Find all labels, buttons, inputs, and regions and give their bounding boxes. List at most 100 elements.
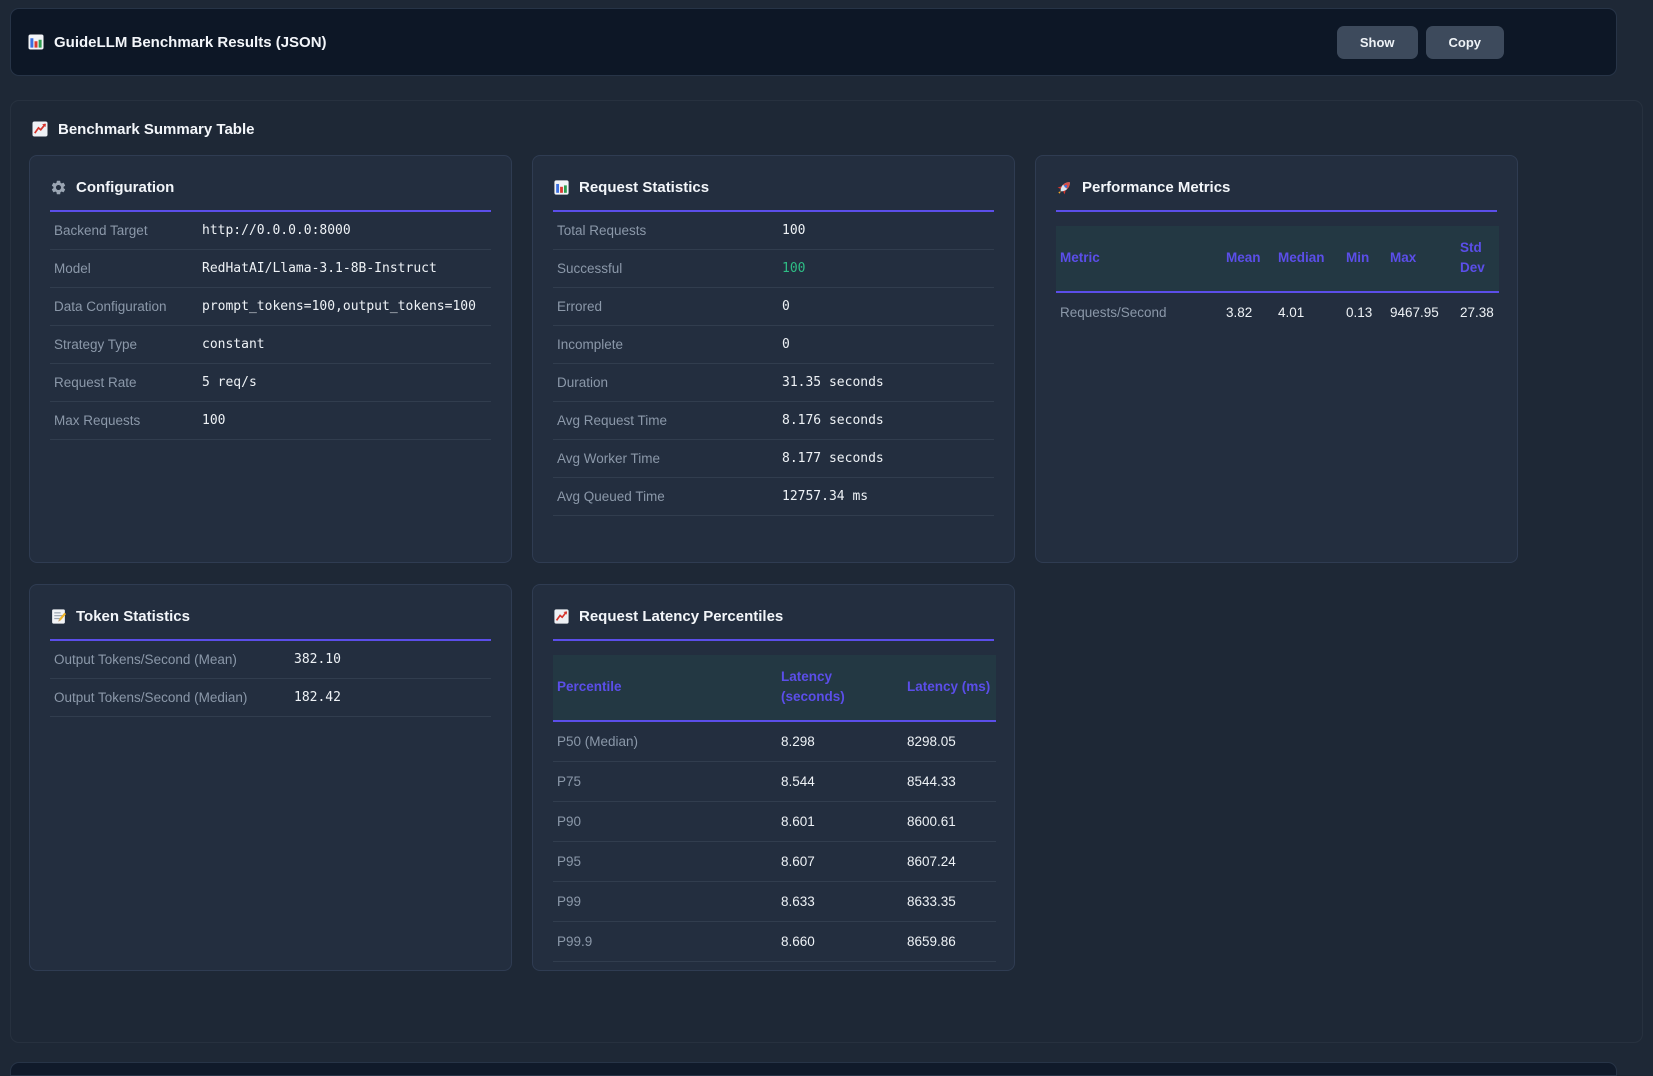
stat-row: Total Requests 100 (553, 212, 994, 250)
config-label: Backend Target (54, 223, 202, 238)
perf-stddev: 27.38 (1456, 292, 1499, 332)
stat-label: Incomplete (557, 337, 782, 352)
stat-label: Errored (557, 299, 782, 314)
perf-header-cell: Min (1342, 226, 1386, 292)
page-title-group: GuideLLM Benchmark Results (JSON) (27, 33, 327, 51)
percentile-name: P99 (553, 881, 777, 921)
stat-row: Errored 0 (553, 288, 994, 326)
show-button[interactable]: Show (1337, 26, 1418, 59)
config-value: constant (202, 337, 265, 352)
token-value: 382.10 (294, 652, 341, 667)
bar-chart-icon (553, 179, 570, 196)
stat-row: Avg Queued Time 12757.34 ms (553, 478, 994, 516)
latency-percentiles-card-title: Request Latency Percentiles (553, 600, 994, 641)
latency-ms: 8298.05 (903, 721, 996, 762)
latency-header-cell: Percentile (553, 655, 777, 721)
latency-header-cell: Latency (seconds) (777, 655, 903, 721)
perf-max: 9467.95 (1386, 292, 1456, 332)
chart-increasing-icon (553, 608, 570, 625)
stat-label: Avg Worker Time (557, 451, 782, 466)
card-title: Request Statistics (579, 179, 709, 196)
config-row: Model RedHatAI/Llama-3.1-8B-Instruct (50, 250, 491, 288)
stat-label: Successful (557, 261, 782, 276)
config-value: RedHatAI/Llama-3.1-8B-Instruct (202, 261, 437, 276)
latency-row: P99.9 8.660 8659.86 (553, 921, 996, 961)
perf-header-row: Metric Mean Median Min Max Std Dev (1056, 226, 1499, 292)
latency-row: P95 8.607 8607.24 (553, 841, 996, 881)
stat-value: 12757.34 ms (782, 489, 868, 504)
stat-row: Successful 100 (553, 250, 994, 288)
memo-icon (50, 608, 67, 625)
perf-data-row: Requests/Second 3.82 4.01 0.13 9467.95 2… (1056, 292, 1499, 332)
results-header-bar: GuideLLM Benchmark Results (JSON) Show C… (10, 8, 1617, 76)
latency-seconds: 8.660 (777, 921, 903, 961)
section-title-group: Benchmark Summary Table (11, 101, 1642, 138)
stat-value: 100 (782, 223, 805, 238)
config-value: 5 req/s (202, 375, 257, 390)
perf-header-cell: Mean (1222, 226, 1274, 292)
stat-label: Avg Request Time (557, 413, 782, 428)
percentile-name: P95 (553, 841, 777, 881)
card-title: Token Statistics (76, 608, 190, 625)
latency-seconds: 8.601 (777, 801, 903, 841)
token-statistics-card: Token Statistics Output Tokens/Second (M… (29, 584, 512, 971)
card-title: Request Latency Percentiles (579, 608, 783, 625)
latency-ms: 8659.86 (903, 921, 996, 961)
latency-ms: 8607.24 (903, 841, 996, 881)
latency-row: P75 8.544 8544.33 (553, 761, 996, 801)
config-row: Data Configuration prompt_tokens=100,out… (50, 288, 491, 326)
latency-percentiles-card: Request Latency Percentiles Percentile L… (532, 584, 1015, 971)
config-row: Request Rate 5 req/s (50, 364, 491, 402)
latency-ms: 8544.33 (903, 761, 996, 801)
configuration-card: Configuration Backend Target http://0.0.… (29, 155, 512, 563)
token-row: Output Tokens/Second (Mean) 382.10 (50, 641, 491, 679)
stat-row: Avg Worker Time 8.177 seconds (553, 440, 994, 478)
latency-header-row: Percentile Latency (seconds) Latency (ms… (553, 655, 996, 721)
stat-value: 0 (782, 299, 790, 314)
token-label: Output Tokens/Second (Mean) (54, 652, 294, 667)
stat-label: Avg Queued Time (557, 489, 782, 504)
perf-mean: 3.82 (1222, 292, 1274, 332)
percentile-name: P90 (553, 801, 777, 841)
chart-increasing-icon (31, 120, 49, 138)
token-label: Output Tokens/Second (Median) (54, 690, 294, 705)
config-row: Max Requests 100 (50, 402, 491, 440)
stat-row: Duration 31.35 seconds (553, 364, 994, 402)
latency-seconds: 8.298 (777, 721, 903, 762)
bar-chart-icon (27, 33, 45, 51)
page-title: GuideLLM Benchmark Results (JSON) (54, 34, 327, 51)
config-value: 100 (202, 413, 225, 428)
perf-header-cell: Median (1274, 226, 1342, 292)
stat-row: Incomplete 0 (553, 326, 994, 364)
summary-cards-grid: Configuration Backend Target http://0.0.… (29, 155, 1518, 971)
copy-button[interactable]: Copy (1426, 26, 1505, 59)
perf-header-cell: Max (1386, 226, 1456, 292)
token-statistics-card-title: Token Statistics (50, 600, 491, 641)
next-panel-top-edge (10, 1062, 1617, 1076)
card-title: Configuration (76, 179, 174, 196)
config-row: Strategy Type constant (50, 326, 491, 364)
stat-value-success: 100 (782, 261, 805, 276)
request-statistics-card: Request Statistics Total Requests 100 Su… (532, 155, 1015, 563)
gear-icon (50, 179, 67, 196)
configuration-card-title: Configuration (50, 171, 491, 212)
latency-percentiles-table: Percentile Latency (seconds) Latency (ms… (553, 655, 996, 962)
performance-metrics-card-title: Performance Metrics (1056, 171, 1497, 212)
card-title: Performance Metrics (1082, 179, 1230, 196)
token-row: Output Tokens/Second (Median) 182.42 (50, 679, 491, 717)
percentile-name: P75 (553, 761, 777, 801)
rocket-icon (1056, 179, 1073, 196)
header-actions: Show Copy (1337, 26, 1504, 59)
perf-min: 0.13 (1342, 292, 1386, 332)
config-label: Request Rate (54, 375, 202, 390)
perf-metric-name: Requests/Second (1056, 292, 1222, 332)
stat-value: 8.177 seconds (782, 451, 884, 466)
latency-row: P99 8.633 8633.35 (553, 881, 996, 921)
config-label: Model (54, 261, 202, 276)
config-value: http://0.0.0.0:8000 (202, 223, 351, 238)
perf-header-cell: Metric (1056, 226, 1222, 292)
latency-row: P90 8.601 8600.61 (553, 801, 996, 841)
benchmark-summary-section: Benchmark Summary Table Configuration Ba… (10, 100, 1643, 1043)
section-title: Benchmark Summary Table (58, 121, 254, 138)
percentile-name: P99.9 (553, 921, 777, 961)
